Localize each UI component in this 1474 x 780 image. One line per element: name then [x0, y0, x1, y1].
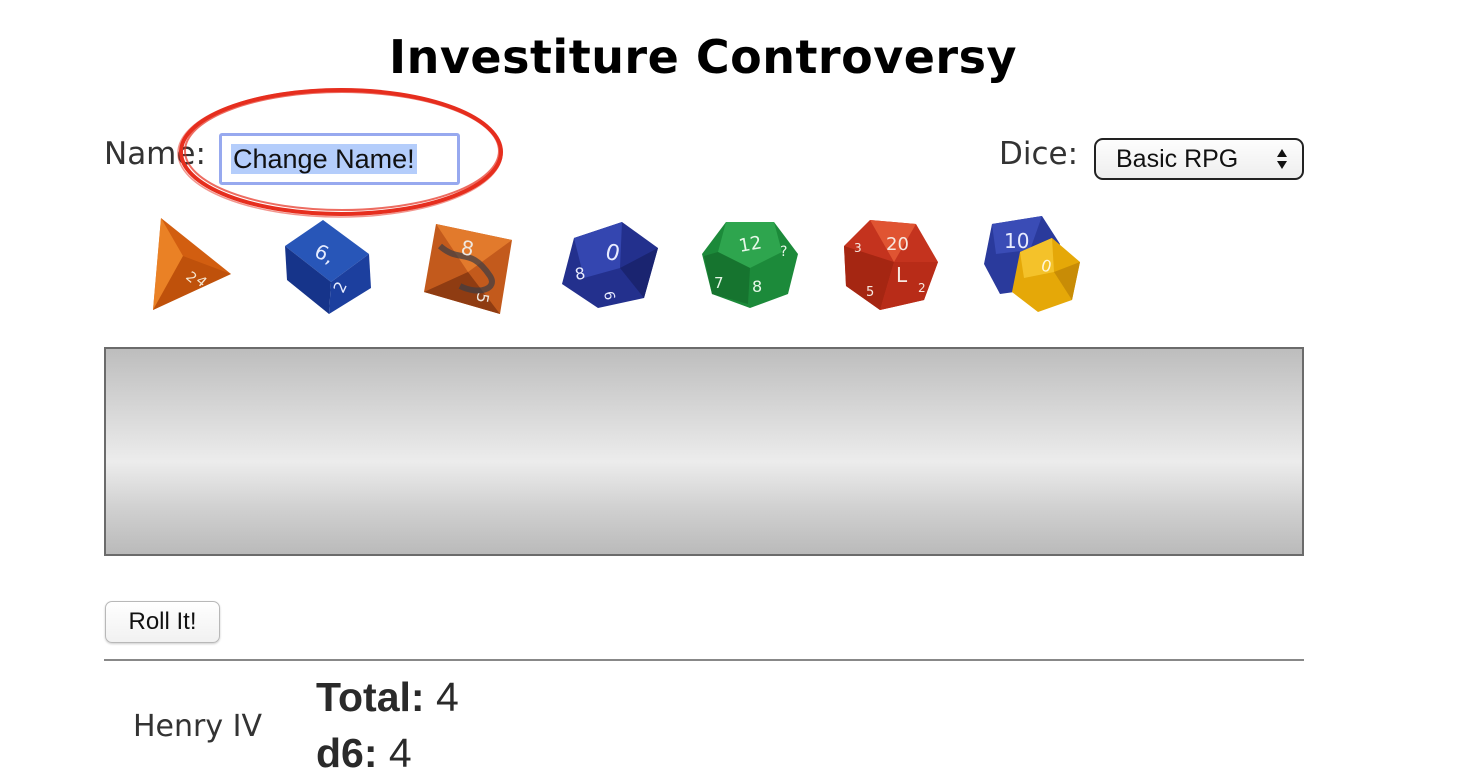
dice-set-select[interactable]: Basic RPG — [1094, 138, 1304, 180]
svg-text:10: 10 — [1004, 229, 1029, 253]
result-total: Total: 4 — [316, 674, 459, 721]
dice-label: Dice: — [999, 136, 1079, 172]
svg-text:7: 7 — [714, 274, 724, 292]
dice-set-selected: Basic RPG — [1116, 145, 1239, 173]
result-player-name: Henry IV — [133, 709, 263, 744]
svg-text:5: 5 — [866, 285, 874, 300]
svg-text:2: 2 — [918, 281, 926, 295]
d10-die-icon[interactable]: 0 8 6 — [560, 218, 660, 310]
d20-die-icon[interactable]: 20 3 L 5 2 — [840, 216, 940, 312]
name-label: Name: — [104, 136, 206, 172]
page-title: Investiture Controversy — [389, 30, 1017, 84]
name-input[interactable]: Change Name! — [219, 133, 460, 185]
name-input-value: Change Name! — [231, 144, 417, 174]
select-arrows-icon — [1277, 149, 1287, 169]
d6-die-icon[interactable]: 6, 2 — [279, 216, 375, 316]
results-divider — [104, 659, 1304, 661]
d4-die-icon[interactable]: 2 4 — [143, 216, 235, 314]
percentile-dice-icon[interactable]: 10 0 — [982, 214, 1086, 314]
result-d6-value: 4 — [388, 730, 412, 776]
result-total-value: 4 — [435, 674, 459, 720]
svg-text:?: ? — [780, 244, 787, 260]
result-total-label: Total: — [316, 674, 425, 720]
roll-button[interactable]: Roll It! — [105, 601, 220, 643]
svg-text:8: 8 — [752, 277, 762, 296]
dice-tray[interactable] — [104, 347, 1304, 556]
svg-text:L: L — [896, 263, 908, 287]
svg-text:3: 3 — [854, 241, 862, 255]
d12-die-icon[interactable]: 12 ? 7 8 — [700, 218, 800, 310]
result-d6-label: d6: — [316, 730, 378, 776]
dice-palette: 2 4 6, 2 8 5 0 8 6 12 ? 7 8 20 3 L 5 2 1… — [0, 210, 1474, 320]
dice-roller-page: Investiture Controversy Name: Change Nam… — [0, 0, 1474, 780]
result-d6: d6: 4 — [316, 730, 412, 777]
svg-text:12: 12 — [737, 232, 763, 257]
svg-text:20: 20 — [886, 234, 909, 255]
d8-die-icon[interactable]: 8 5 — [420, 216, 516, 318]
